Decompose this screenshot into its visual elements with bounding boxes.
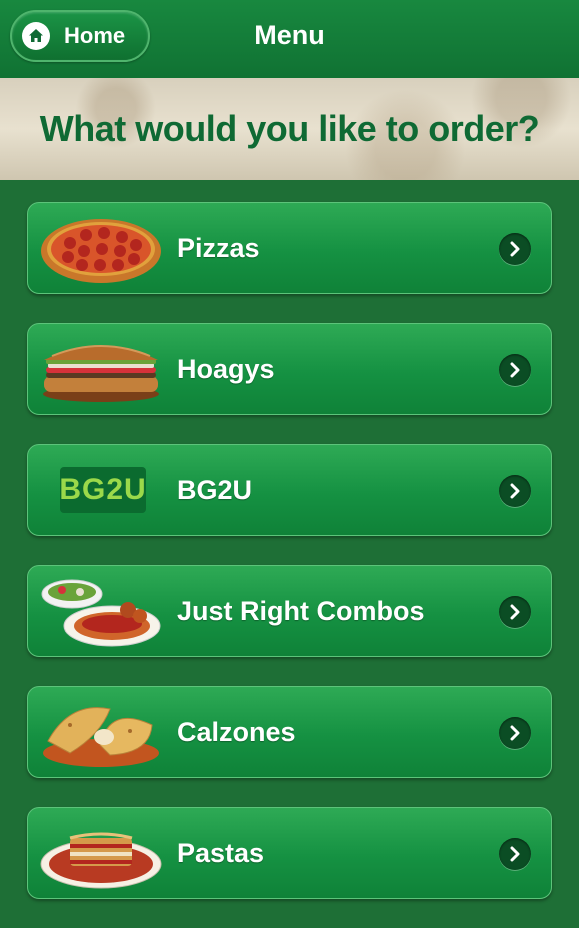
menu-item-label: Pastas	[177, 838, 265, 868]
menu-item-label: Pizzas	[177, 233, 260, 263]
menu-item-calzones[interactable]: Calzones	[27, 686, 552, 778]
menu-item-hoagys[interactable]: Hoagys	[27, 323, 552, 415]
top-bar: Home Menu	[0, 0, 579, 78]
chevron-right-icon	[499, 354, 531, 386]
pasta-image	[40, 832, 162, 889]
chevron-right-icon	[499, 475, 531, 507]
pizza-image	[41, 219, 161, 283]
chevron-right-icon	[499, 233, 531, 265]
bg2u-logo-text: BG2U	[59, 473, 147, 506]
menu-item-just-right-combos[interactable]: Just Right Combos	[27, 565, 552, 657]
combo-image	[41, 579, 161, 647]
chevron-right-icon	[499, 838, 531, 870]
menu-list: Pizzas Hoagys BG2U BG2U Just Right Combo…	[27, 202, 552, 928]
order-banner: What would you like to order?	[0, 78, 579, 180]
menu-item-label: Calzones	[177, 717, 296, 747]
menu-item-label: BG2U	[177, 475, 253, 505]
banner-text: What would you like to order?	[39, 108, 540, 149]
page-title: Menu	[254, 20, 325, 50]
calzone-image	[43, 707, 159, 767]
chevron-right-icon	[499, 596, 531, 628]
menu-item-label: Just Right Combos	[177, 596, 425, 626]
bg2u-logo: BG2U	[59, 467, 147, 513]
menu-item-bg2u[interactable]: BG2U BG2U	[27, 444, 552, 536]
menu-item-label: Hoagys	[177, 354, 275, 384]
hoagie-image	[43, 345, 159, 402]
menu-item-pizzas[interactable]: Pizzas	[27, 202, 552, 294]
chevron-right-icon	[499, 717, 531, 749]
menu-item-pastas[interactable]: Pastas	[27, 807, 552, 899]
